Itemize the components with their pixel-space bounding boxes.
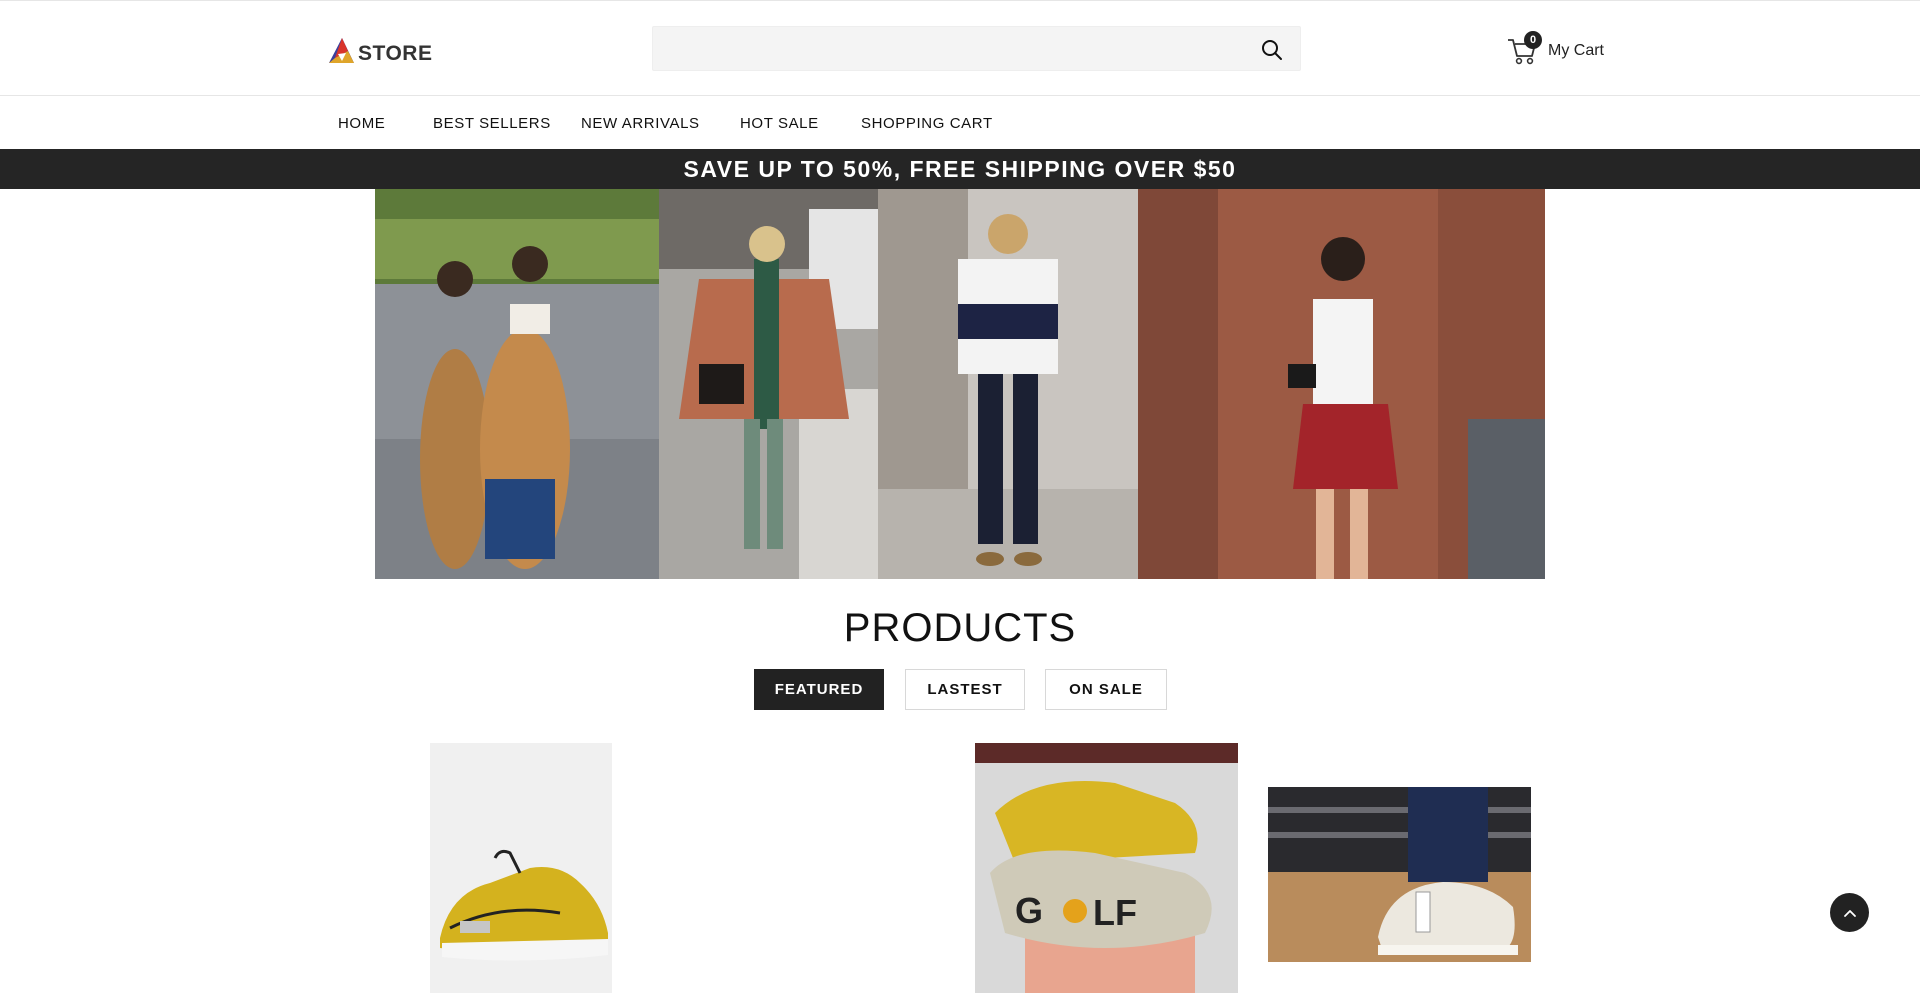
tab-lastest[interactable]: LASTEST <box>905 669 1025 710</box>
search-input[interactable] <box>652 26 1301 71</box>
store-logo[interactable]: STORE <box>326 35 432 67</box>
hero-image-2 <box>659 189 878 579</box>
tab-featured[interactable]: FEATURED <box>754 669 884 710</box>
main-nav: HOME BEST SELLERS NEW ARRIVALS HOT SALE … <box>0 96 1920 149</box>
promo-text: SAVE UP TO 50%, FREE SHIPPING OVER $50 <box>683 155 1237 182</box>
nav-item-shopping-cart[interactable]: SHOPPING CART <box>861 115 993 132</box>
nav-item-hot-sale[interactable]: HOT SALE <box>740 115 819 132</box>
back-to-top-button[interactable] <box>1830 893 1869 932</box>
logo-text: STORE <box>358 42 433 65</box>
svg-text:LF: LF <box>1093 892 1137 933</box>
cart-icon: 0 <box>1506 31 1542 66</box>
hero-image-1 <box>375 189 659 579</box>
search-icon[interactable] <box>1260 38 1284 62</box>
nav-item-home[interactable]: HOME <box>338 115 385 132</box>
golf-shoe-print: G <box>1015 890 1043 931</box>
product-image-1[interactable] <box>430 743 612 993</box>
nav-item-new-arrivals[interactable]: NEW ARRIVALS <box>581 115 700 132</box>
logo-mark-icon <box>329 38 354 63</box>
cart-count-badge: 0 <box>1524 31 1542 49</box>
hero-image-4 <box>1138 189 1545 579</box>
chevron-up-icon <box>1843 909 1856 917</box>
products-title: PRODUCTS <box>843 606 1077 650</box>
hero-banner[interactable] <box>375 189 1545 579</box>
nav-item-best-sellers[interactable]: BEST SELLERS <box>433 115 551 132</box>
product-image-3[interactable] <box>1268 787 1531 962</box>
product-image-2[interactable]: G LF <box>975 743 1238 993</box>
hero-image-3 <box>878 189 1138 579</box>
cart-label[interactable]: My Cart <box>1548 42 1604 60</box>
promo-banner: SAVE UP TO 50%, FREE SHIPPING OVER $50 <box>0 149 1920 189</box>
tab-on-sale[interactable]: ON SALE <box>1045 669 1167 710</box>
site-header: STORE 0 My Cart <box>0 0 1920 96</box>
cart-button[interactable]: 0 My Cart <box>1506 29 1604 69</box>
